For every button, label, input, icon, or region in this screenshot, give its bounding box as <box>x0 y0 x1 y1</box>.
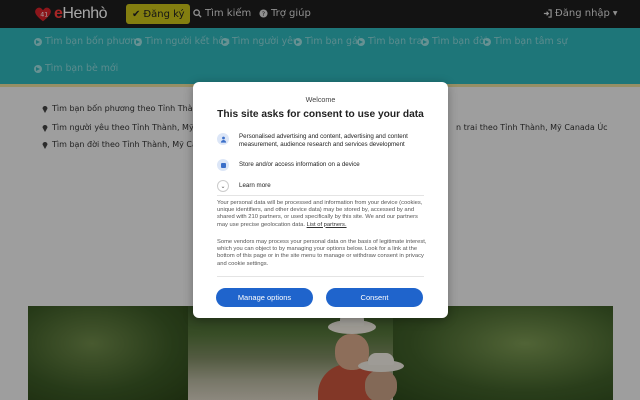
manage-options-label: Manage options <box>237 293 292 302</box>
purpose-store-access: Store and/or access information on a dev… <box>217 159 435 171</box>
device-icon <box>217 159 229 171</box>
person-icon <box>217 133 229 145</box>
partners-list-link[interactable]: List of partners. <box>307 222 347 228</box>
consent-paragraph-1: Your personal data will be processed and… <box>217 200 427 229</box>
chevron-down-icon: ⌄ <box>217 180 229 192</box>
person-glyph <box>220 136 226 143</box>
learn-more-label: Learn more <box>239 182 271 189</box>
consent-label: Consent <box>360 293 389 302</box>
purpose-personalised-ads: Personalised advertising and content, ad… <box>217 133 435 149</box>
consent-button[interactable]: Consent <box>326 288 423 307</box>
consent-title: This site asks for consent to use your d… <box>217 109 424 120</box>
consent-welcome: Welcome <box>305 95 336 104</box>
purpose-2-text: Store and/or access information on a dev… <box>239 161 360 168</box>
divider <box>217 276 424 277</box>
consent-paragraph-2: Some vendors may process your personal d… <box>217 239 427 267</box>
learn-more-toggle[interactable]: ⌄ Learn more <box>217 180 435 192</box>
consent-dialog: Welcome This site asks for consent to us… <box>193 82 448 318</box>
divider <box>217 195 424 196</box>
purpose-1-text: Personalised advertising and content, ad… <box>239 133 408 148</box>
manage-options-button[interactable]: Manage options <box>216 288 313 307</box>
